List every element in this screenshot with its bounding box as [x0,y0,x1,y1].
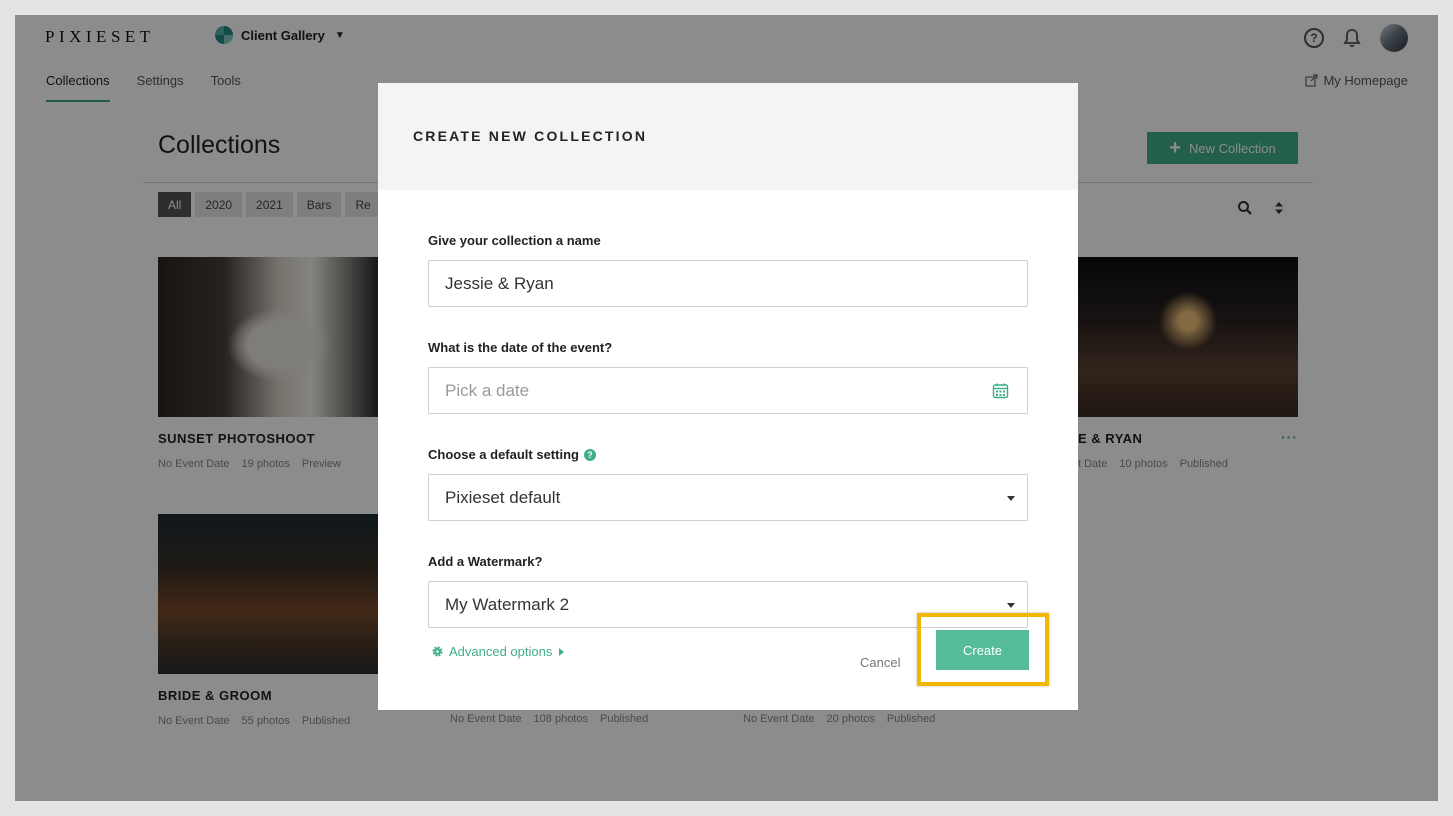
watermark-label: Add a Watermark? [428,554,543,569]
setting-label: Choose a default setting [428,447,579,462]
name-group: Give your collection a name [428,233,1028,307]
calendar-icon[interactable] [992,382,1009,399]
collection-name-field[interactable] [428,260,1028,307]
app-window: PIXIESET Client Gallery ▼ ? Collections … [15,15,1438,801]
advanced-options-label: Advanced options [449,644,553,659]
create-button[interactable]: Create [936,630,1029,670]
create-collection-modal: CREATE NEW COLLECTION Give your collecti… [378,83,1078,710]
caret-down-icon [1007,496,1015,501]
create-collection-form: Give your collection a name What is the … [428,233,1028,661]
caret-down-icon [1007,603,1015,608]
date-label: What is the date of the event? [428,340,613,355]
info-icon[interactable]: ? [583,448,596,461]
watermark-value: My Watermark 2 [445,594,570,614]
cancel-button[interactable]: Cancel [860,655,900,670]
setting-group: Choose a default setting ? Pixieset defa… [428,447,1028,521]
default-setting-value: Pixieset default [445,487,561,507]
name-label: Give your collection a name [428,233,601,248]
event-date-field[interactable] [428,367,1028,414]
advanced-options-link[interactable]: Advanced options [431,644,565,659]
date-group: What is the date of the event? [428,340,1028,414]
default-setting-select[interactable]: Pixieset default [428,474,1028,521]
modal-header: CREATE NEW COLLECTION [378,83,1078,190]
collection-name-input[interactable] [445,273,1011,294]
caret-right-icon [559,647,565,656]
modal-title: CREATE NEW COLLECTION [413,128,648,144]
gear-icon [432,646,443,657]
setting-label-row: Choose a default setting ? [428,447,1028,462]
event-date-input[interactable] [445,380,1011,401]
